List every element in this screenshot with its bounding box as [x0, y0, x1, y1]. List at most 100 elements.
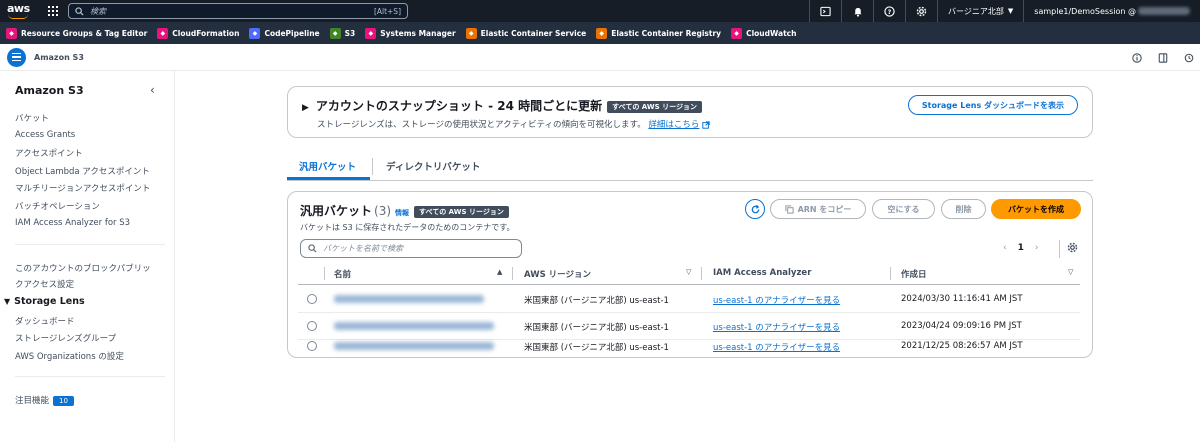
bucket-name-link-redacted[interactable]	[334, 322, 494, 330]
service-icon: ◆	[365, 27, 377, 39]
aws-logo[interactable]: aws	[6, 0, 38, 22]
hamburger-menu-icon[interactable]	[7, 47, 26, 67]
table-row: 米国東部 (バージニア北部) us-east-1 us-east-1 のアナライザ…	[288, 289, 1094, 309]
cell-creation-date: 2023/04/24 09:09:16 PM JST	[901, 321, 1022, 331]
empty-bucket-button[interactable]: 空にする	[872, 199, 935, 219]
region-label: バージニア北部	[948, 6, 1004, 16]
tab-directory-buckets[interactable]: ディレクトリバケット	[386, 159, 480, 173]
favorite-service-link[interactable]: ◆ CloudFormation	[157, 27, 239, 39]
service-icon: ◆	[6, 27, 17, 39]
side-nav-item[interactable]: アクセスポイント	[15, 147, 83, 159]
region-tag: すべての AWS リージョン	[607, 100, 702, 113]
svg-text:?: ?	[888, 7, 892, 15]
settings-gear-icon[interactable]	[905, 0, 937, 22]
tab-general-purpose-buckets[interactable]: 汎用バケット	[286, 159, 371, 180]
panel-header: 汎用バケット (3) 情報 すべての AWS リージョン	[300, 202, 509, 219]
snapshot-description: ストレージレンズは、ストレージの使用状況とアクティビティの傾向を可視化します。 …	[317, 118, 710, 130]
previous-page-chevron-icon[interactable]: ‹	[1003, 243, 1007, 253]
refresh-icon	[751, 204, 759, 213]
favorite-service-link[interactable]: ◆ CodePipeline	[249, 27, 320, 39]
cell-iam-analyzer-link[interactable]: us-east-1 のアナライザーを見る	[713, 294, 840, 306]
side-item-block-public-access[interactable]: このアカウントのブロックパブリッ クアクセス設定	[15, 262, 151, 290]
section-label: Storage Lens	[14, 296, 85, 307]
bucket-name-link-redacted[interactable]	[334, 295, 484, 303]
side-nav-item[interactable]: マルチリージョンアクセスポイント	[15, 182, 150, 194]
search-shortcut: [Alt+S]	[373, 6, 401, 16]
storage-lens-section[interactable]: ▼ Storage Lens	[4, 296, 85, 307]
side-nav-item[interactable]: バッチオペレーション	[15, 200, 100, 212]
snapshot-header[interactable]: ▶ アカウントのスナップショット - 24 時間ごとに更新 すべての AWS リージ…	[302, 97, 702, 114]
favorite-service-link[interactable]: ◆ S3	[329, 27, 355, 39]
search-input[interactable]: 検索 [Alt+S]	[68, 3, 408, 19]
refresh-button[interactable]	[745, 199, 765, 219]
info-link[interactable]: 情報	[395, 209, 409, 217]
favorite-service-link[interactable]: ◆ Resource Groups & Tag Editor	[6, 27, 147, 39]
history-icon[interactable]	[1184, 53, 1194, 63]
side-nav-item[interactable]: Access Grants	[15, 130, 75, 140]
bucket-name-link-redacted[interactable]	[334, 342, 494, 350]
side-divider	[15, 244, 165, 245]
sort-toggle-icon[interactable]: ▽	[1068, 268, 1073, 276]
cell-region: 米国東部 (バージニア北部) us-east-1	[524, 296, 669, 306]
cell-iam-analyzer-link[interactable]: us-east-1 のアナライザーを見る	[713, 321, 840, 333]
favorite-service-link[interactable]: ◆ CloudWatch	[731, 27, 796, 39]
storage-lens-nav-item[interactable]: ダッシュボード	[15, 315, 75, 327]
column-header-iam-access-analyzer[interactable]: IAM Access Analyzer	[713, 268, 811, 278]
cell-iam-analyzer-link[interactable]: us-east-1 のアナライザーを見る	[713, 341, 840, 353]
account-menu[interactable]: sample1/DemoSession @	[1023, 0, 1200, 22]
breadcrumb[interactable]: Amazon S3	[34, 53, 84, 62]
notifications-bell-icon[interactable]	[841, 0, 873, 22]
sort-ascending-icon[interactable]: ▲	[497, 268, 502, 276]
expand-triangle-icon[interactable]: ▶	[302, 103, 309, 113]
region-selector[interactable]: バージニア北部 ▼	[937, 0, 1023, 22]
copy-icon	[784, 204, 794, 214]
learn-more-link[interactable]: 詳細はこちら	[648, 120, 699, 130]
divider	[1059, 240, 1060, 258]
side-nav-item[interactable]: IAM Access Analyzer for S3	[15, 218, 130, 228]
column-header-name[interactable]: 名前	[334, 268, 351, 280]
help-icon[interactable]: ?	[873, 0, 905, 22]
side-nav-item[interactable]: バケット	[15, 112, 49, 124]
storage-lens-nav-item[interactable]: AWS Organizations の設定	[15, 350, 124, 362]
column-header-creation-date[interactable]: 作成日	[901, 268, 927, 280]
service-icon: ◆	[329, 27, 341, 39]
cell-region: 米国東部 (バージニア北部) us-east-1	[524, 323, 669, 333]
service-icon: ◆	[157, 27, 169, 39]
pagination: ‹ 1 ›	[1003, 243, 1038, 253]
view-storage-lens-button[interactable]: Storage Lens ダッシュボードを表示	[907, 95, 1078, 115]
current-page-number[interactable]: 1	[1018, 243, 1024, 253]
favorite-service-link[interactable]: ◆ Elastic Container Registry	[596, 27, 722, 39]
row-select-radio[interactable]	[307, 294, 317, 304]
service-icon: ◆	[249, 27, 261, 39]
bucket-type-tabs: 汎用バケット ディレクトリバケット	[286, 155, 1093, 181]
info-icon[interactable]	[1132, 52, 1142, 63]
storage-lens-nav-item[interactable]: ストレージレンズグループ	[15, 332, 116, 344]
column-header-region[interactable]: AWS リージョン	[524, 268, 591, 280]
collapse-chevron-left-icon[interactable]: ‹	[150, 83, 155, 97]
favorite-service-link[interactable]: ◆ Systems Manager	[365, 27, 456, 39]
sort-toggle-icon[interactable]: ▽	[686, 268, 691, 276]
copy-arn-button[interactable]: ARN をコピー	[770, 199, 866, 219]
delete-bucket-button[interactable]: 削除	[941, 199, 986, 219]
service-icon: ◆	[465, 27, 477, 39]
panel-toggle-icon[interactable]	[1158, 52, 1168, 63]
create-bucket-button[interactable]: バケットを作成	[991, 199, 1081, 219]
services-grid-icon[interactable]	[48, 6, 58, 16]
table-row: 米国東部 (バージニア北部) us-east-1 us-east-1 のアナライザ…	[288, 316, 1094, 336]
row-select-radio[interactable]	[307, 321, 317, 331]
cloudshell-icon[interactable]	[809, 0, 841, 22]
top-navigation: aws 検索 [Alt+S] ? バージニア北部 ▼ sample1/DemoSe…	[0, 0, 1200, 22]
side-item-featured[interactable]: 注目機能 10	[15, 394, 74, 406]
table-header-line	[298, 284, 1080, 285]
row-select-radio[interactable]	[307, 341, 317, 351]
next-page-chevron-icon[interactable]: ›	[1035, 243, 1039, 253]
row-divider	[298, 312, 1080, 313]
table-preferences-gear-icon[interactable]	[1067, 242, 1078, 253]
cell-creation-date: 2021/12/25 08:26:57 AM JST	[901, 341, 1023, 351]
favorite-label: Elastic Container Registry	[611, 28, 722, 38]
bucket-search-input[interactable]: バケットを名前で検索	[300, 239, 522, 258]
side-nav-item[interactable]: Object Lambda アクセスポイント	[15, 165, 150, 177]
favorite-service-link[interactable]: ◆ Elastic Container Service	[465, 27, 586, 39]
caret-down-icon: ▼	[1007, 7, 1014, 15]
account-snapshot-panel: ▶ アカウントのスナップショット - 24 時間ごとに更新 すべての AWS リージ…	[287, 86, 1093, 138]
